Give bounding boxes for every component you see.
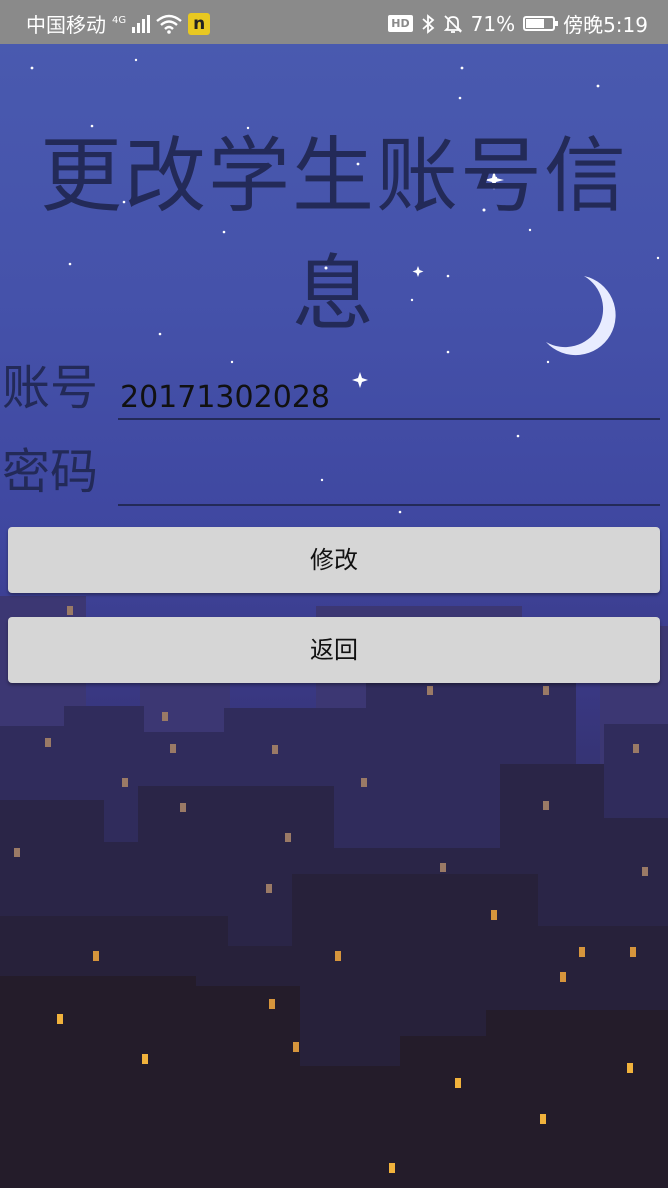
carrier-name: 中国移动 (26, 13, 106, 37)
battery-icon (523, 16, 559, 31)
signal-icon (132, 14, 151, 33)
account-input[interactable] (118, 376, 660, 420)
app-badge-icon: n (188, 12, 211, 35)
password-input[interactable] (118, 462, 660, 506)
network-type: 4G (112, 14, 127, 26)
status-bar-right: HD 71% 傍晚5:19 (388, 9, 648, 38)
hd-icon: HD (388, 15, 413, 32)
account-label: 账号 (2, 360, 99, 416)
back-button[interactable]: 返回 (8, 617, 660, 683)
bluetooth-icon (422, 13, 435, 34)
battery-level (526, 19, 545, 28)
battery-percent: 71% (470, 11, 516, 36)
status-bar-left: 中国移动 4G n (26, 9, 211, 38)
status-bar: 中国移动 4G n HD 71% 傍晚5:19 (0, 0, 668, 44)
clock: 傍晚5:19 (563, 13, 648, 37)
app-screen: 中国移动 4G n HD 71% 傍晚5:19 更改学生账号信息 账号 2017… (0, 0, 668, 1188)
wifi-icon (156, 14, 182, 34)
mute-icon (443, 14, 462, 33)
page-title: 更改学生账号信息 (39, 129, 628, 342)
password-label: 密码 (2, 444, 99, 500)
modify-button[interactable]: 修改 (8, 527, 660, 593)
